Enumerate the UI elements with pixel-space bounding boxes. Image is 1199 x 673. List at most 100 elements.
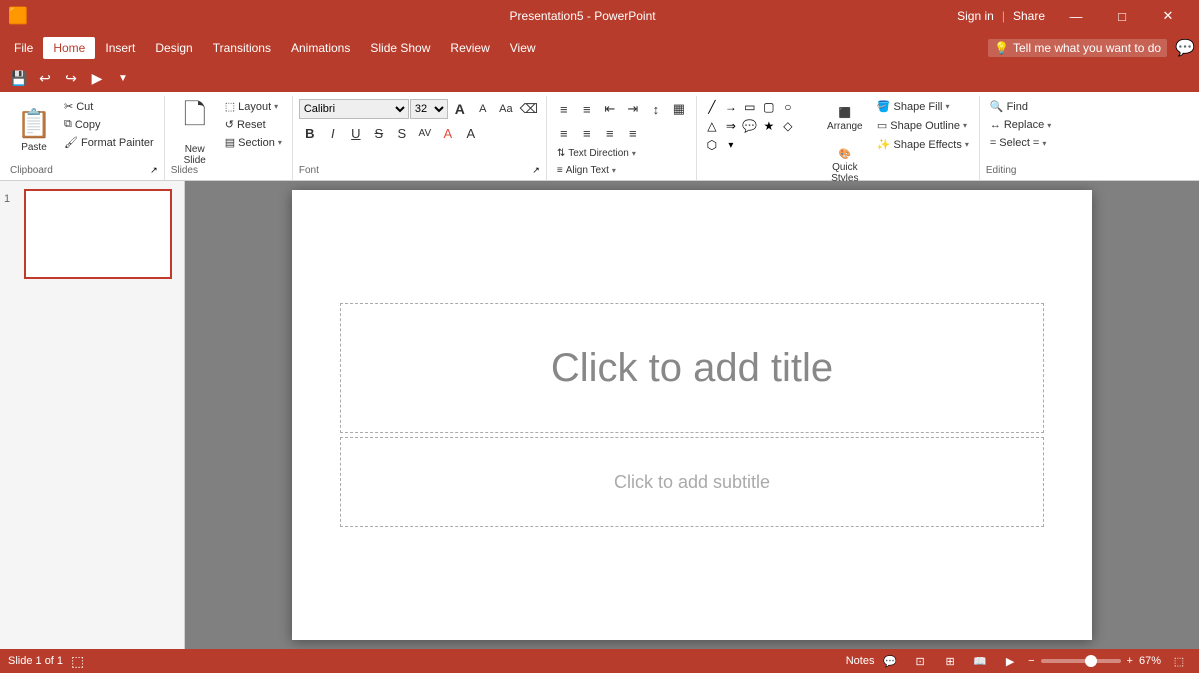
ribbon: 📋 Paste ✂ Cut ⧉ Copy 🖌 Format Painter — [0, 92, 1199, 181]
char-spacing-button[interactable]: AV — [414, 122, 436, 144]
text-direction-button[interactable]: ⇅ Text Direction ▾ — [553, 146, 640, 161]
zoom-out-icon[interactable]: − — [1028, 655, 1034, 667]
font-size-select[interactable]: 32 — [410, 99, 448, 119]
align-right-button[interactable]: ≡ — [599, 122, 621, 144]
menu-design[interactable]: Design — [145, 37, 202, 59]
sign-in-button[interactable]: Sign in — [957, 9, 994, 23]
increase-indent-button[interactable]: ⇥ — [622, 98, 644, 120]
change-case-button[interactable]: Aa — [495, 98, 517, 120]
paste-button[interactable]: 📋 Paste — [10, 98, 58, 162]
new-slide-button[interactable]: 🗋 New Slide — [171, 98, 219, 162]
font-highlight-button[interactable]: A — [460, 122, 482, 144]
shape-star[interactable]: ★ — [760, 117, 778, 135]
reset-icon: ↺ — [225, 118, 234, 131]
menu-view[interactable]: View — [500, 37, 546, 59]
strikethrough-button[interactable]: S — [368, 122, 390, 144]
align-center-button[interactable]: ≡ — [576, 122, 598, 144]
numbering-button[interactable]: ≡ — [576, 98, 598, 120]
shape-more[interactable]: ▾ — [722, 136, 740, 154]
comments-icon[interactable]: 💬 — [878, 651, 902, 671]
search-box[interactable]: 💡 Tell me what you want to do — [988, 39, 1167, 57]
redo-button[interactable]: ↪ — [60, 67, 82, 89]
menu-review[interactable]: Review — [440, 37, 499, 59]
share-button[interactable]: Share — [1013, 9, 1045, 23]
shape-line[interactable]: ╱ — [703, 98, 721, 116]
start-presentation-button[interactable]: ▶ — [86, 67, 108, 89]
zoom-in-icon[interactable]: + — [1127, 655, 1133, 667]
reading-view-button[interactable]: 📖 — [968, 651, 992, 671]
bullets-button[interactable]: ≡ — [553, 98, 575, 120]
fit-slide-icon[interactable]: ⬚ — [71, 653, 84, 670]
menu-slideshow[interactable]: Slide Show — [360, 37, 440, 59]
maximize-button[interactable]: □ — [1099, 0, 1145, 32]
font-name-select[interactable]: Calibri — [299, 99, 409, 119]
align-text-button[interactable]: ≡ Align Text ▾ — [553, 163, 620, 178]
slide-subtitle-area[interactable]: Click to add subtitle — [340, 437, 1044, 527]
shadow-button[interactable]: S — [391, 122, 413, 144]
minimize-button[interactable]: — — [1053, 0, 1099, 32]
shape-rounded-rect[interactable]: ▢ — [760, 98, 778, 116]
format-painter-button[interactable]: 🖌 Format Painter — [60, 134, 158, 151]
shape-fill-button[interactable]: 🪣 Shape Fill ▾ — [873, 98, 973, 115]
shape-outline-button[interactable]: ▭ Shape Outline ▾ — [873, 117, 973, 134]
line-spacing-button[interactable]: ↕ — [645, 98, 667, 120]
menu-insert[interactable]: Insert — [95, 37, 145, 59]
shape-oval[interactable]: ○ — [779, 98, 797, 116]
cut-button[interactable]: ✂ Cut — [60, 98, 158, 115]
menu-file[interactable]: File — [4, 37, 43, 59]
slide-preview-image[interactable] — [24, 189, 172, 279]
underline-button[interactable]: U — [345, 122, 367, 144]
arrange-button[interactable]: ⬛ Arrange — [821, 98, 869, 142]
slide-title-area[interactable]: Click to add title — [340, 303, 1044, 433]
decrease-indent-button[interactable]: ⇤ — [599, 98, 621, 120]
shape-hexagon[interactable]: ⬡ — [703, 136, 721, 154]
clipboard-expand-icon[interactable]: ↗ — [150, 165, 158, 176]
notes-button[interactable]: Notes — [848, 651, 872, 671]
layout-button[interactable]: ⬚ Layout ▾ — [221, 98, 286, 115]
close-button[interactable]: ✕ — [1145, 0, 1191, 32]
fit-window-button[interactable]: ⬚ — [1167, 651, 1191, 671]
menu-home[interactable]: Home — [43, 37, 95, 59]
clear-formatting-button[interactable]: ⌫ — [518, 98, 540, 120]
shape-right-arrow[interactable]: ⇒ — [722, 117, 740, 135]
shape-effects-button[interactable]: ✨ Shape Effects ▾ — [873, 136, 973, 153]
shape-rect[interactable]: ▭ — [741, 98, 759, 116]
slide-subtitle-placeholder: Click to add subtitle — [614, 472, 770, 493]
customize-qat-button[interactable]: ▼ — [112, 67, 134, 89]
bold-button[interactable]: B — [299, 122, 321, 144]
replace-button[interactable]: ↔ Replace ▾ — [986, 117, 1055, 133]
comment-icon[interactable]: 💬 — [1175, 38, 1195, 58]
save-qat-button[interactable]: 💾 — [8, 67, 30, 89]
decrease-font-size-button[interactable]: A — [472, 98, 494, 120]
section-button[interactable]: ▤ Section ▾ — [221, 134, 286, 151]
columns-button[interactable]: ▦ — [668, 98, 690, 120]
shape-arrow[interactable]: → — [722, 98, 740, 116]
slide-sorter-button[interactable]: ⊞ — [938, 651, 962, 671]
menu-transitions[interactable]: Transitions — [203, 37, 281, 59]
shape-callout[interactable]: 💬 — [741, 117, 759, 135]
font-color-button[interactable]: A — [437, 122, 459, 144]
zoom-level[interactable]: 67% — [1139, 655, 1161, 667]
menu-animations[interactable]: Animations — [281, 37, 360, 59]
find-button[interactable]: 🔍 Find — [986, 98, 1032, 115]
shape-diamond[interactable]: ◇ — [779, 117, 797, 135]
shape-fill-dropdown-icon: ▾ — [945, 102, 949, 111]
paste-icon: 📋 — [17, 107, 52, 140]
slide-thumbnail[interactable]: 1 — [4, 189, 180, 279]
undo-button[interactable]: ↩ — [34, 67, 56, 89]
reset-button[interactable]: ↺ Reset — [221, 116, 286, 133]
normal-view-button[interactable]: ⊡ — [908, 651, 932, 671]
search-label[interactable]: Tell me what you want to do — [1013, 41, 1161, 55]
zoom-slider[interactable] — [1041, 659, 1121, 663]
justify-button[interactable]: ≡ — [622, 122, 644, 144]
italic-button[interactable]: I — [322, 122, 344, 144]
zoom-thumb — [1085, 655, 1097, 667]
align-left-button[interactable]: ≡ — [553, 122, 575, 144]
copy-button[interactable]: ⧉ Copy — [60, 116, 158, 133]
increase-font-size-button[interactable]: A — [449, 98, 471, 120]
select-button[interactable]: = Select = ▾ — [986, 135, 1051, 151]
shape-triangle[interactable]: △ — [703, 117, 721, 135]
font-expand-icon[interactable]: ↗ — [532, 165, 540, 176]
shape-outline-icon: ▭ — [877, 119, 887, 132]
slideshow-button[interactable]: ▶ — [998, 651, 1022, 671]
